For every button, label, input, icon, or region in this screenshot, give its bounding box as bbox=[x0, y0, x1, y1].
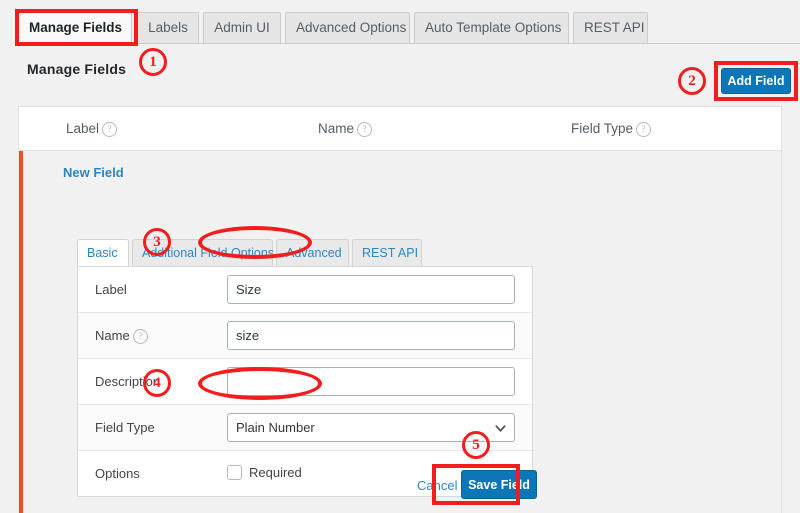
tab-labels[interactable]: Labels bbox=[137, 12, 199, 43]
form-label-options: Options bbox=[95, 466, 140, 481]
inner-tab-basic[interactable]: Basic bbox=[77, 239, 129, 267]
chevron-down-icon bbox=[495, 425, 506, 432]
help-icon-name-field[interactable]: ? bbox=[132, 329, 148, 344]
form-control-field-type: Plain Number bbox=[227, 413, 515, 442]
form-control-options: Required bbox=[227, 465, 302, 480]
inner-tab-additional-field-options[interactable]: Additional Field Options bbox=[132, 239, 274, 267]
form-control-label bbox=[227, 275, 515, 304]
column-header-field-type: Field Type? bbox=[571, 121, 652, 137]
primary-tab-strip: Manage Fields Labels Admin UI Advanced O… bbox=[0, 0, 800, 44]
tab-rest-api[interactable]: REST API bbox=[573, 12, 648, 43]
new-field-form-table: Label Name? Description bbox=[77, 266, 533, 497]
form-label-description: Description bbox=[95, 374, 161, 389]
save-field-button[interactable]: Save Field bbox=[461, 470, 537, 499]
tab-auto-template-options[interactable]: Auto Template Options bbox=[414, 12, 569, 43]
page-title: Manage Fields bbox=[27, 61, 127, 77]
tab-manage-fields[interactable]: Manage Fields bbox=[18, 12, 132, 44]
column-header-label-text: Label bbox=[66, 121, 100, 136]
tab-advanced-options[interactable]: Advanced Options bbox=[285, 12, 410, 43]
inner-tab-advanced[interactable]: Advanced bbox=[276, 239, 349, 267]
new-field-link[interactable]: New Field bbox=[63, 165, 124, 180]
name-input[interactable] bbox=[227, 321, 515, 350]
form-label-name-text: Name bbox=[95, 328, 130, 343]
field-type-select[interactable]: Plain Number bbox=[227, 413, 515, 442]
form-label-field-type: Field Type bbox=[95, 420, 155, 435]
field-type-selected-value: Plain Number bbox=[236, 420, 315, 435]
form-control-description bbox=[227, 367, 515, 396]
label-input[interactable] bbox=[227, 275, 515, 304]
required-checkbox[interactable] bbox=[227, 465, 242, 480]
column-header-field-type-text: Field Type bbox=[571, 121, 634, 136]
form-row-name: Name? bbox=[78, 313, 532, 359]
inner-tab-rest-api[interactable]: REST API bbox=[352, 239, 422, 267]
fields-list-panel: Label? Name? Field Type? New Field Basic… bbox=[18, 106, 782, 513]
tab-admin-ui[interactable]: Admin UI bbox=[203, 12, 281, 43]
description-input[interactable] bbox=[227, 367, 515, 396]
help-icon-label[interactable]: ? bbox=[102, 122, 118, 137]
form-label-name: Name? bbox=[95, 328, 148, 344]
form-row-field-type: Field Type Plain Number bbox=[78, 405, 532, 451]
help-icon-field-type[interactable]: ? bbox=[636, 122, 652, 137]
add-field-button[interactable]: Add Field bbox=[721, 68, 791, 94]
column-header-label: Label? bbox=[66, 121, 118, 137]
required-checkbox-label: Required bbox=[249, 465, 302, 480]
fields-list-header: Label? Name? Field Type? bbox=[19, 107, 781, 151]
form-row-description: Description bbox=[78, 359, 532, 405]
column-header-name: Name? bbox=[318, 121, 373, 137]
page-heading-row: Manage Fields bbox=[0, 44, 800, 104]
column-header-name-text: Name bbox=[318, 121, 355, 136]
form-label-label: Label bbox=[95, 282, 127, 297]
new-field-edit-row: New Field Basic Additional Field Options… bbox=[19, 151, 781, 513]
form-control-name bbox=[227, 321, 515, 350]
cancel-link[interactable]: Cancel bbox=[417, 478, 457, 493]
form-row-label: Label bbox=[78, 267, 532, 313]
help-icon-name[interactable]: ? bbox=[357, 122, 373, 137]
